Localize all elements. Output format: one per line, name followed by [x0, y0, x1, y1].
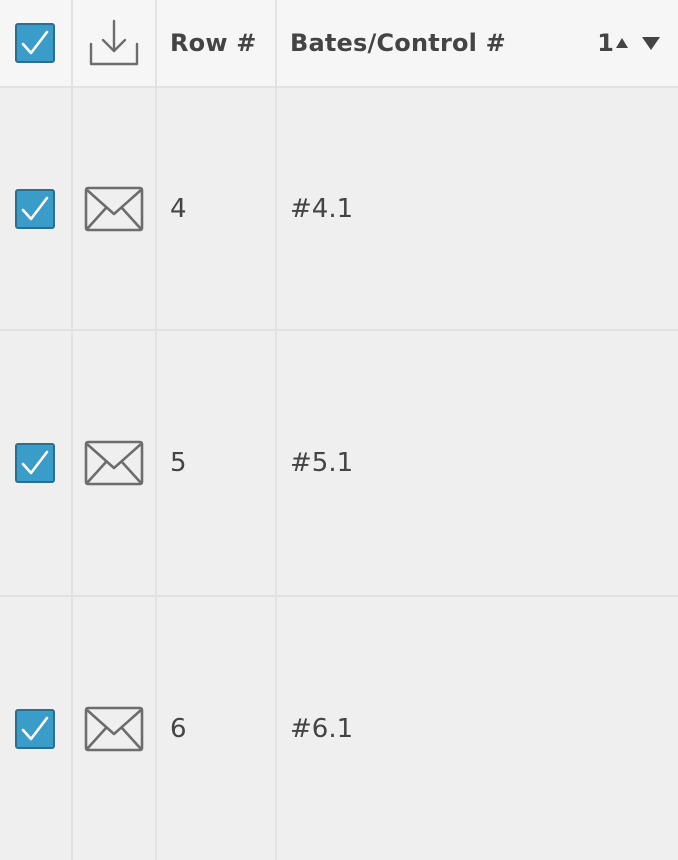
- bates-number: #6.1: [290, 713, 354, 744]
- sort-ascending-indicator[interactable]: 1: [597, 29, 629, 57]
- row-checkbox[interactable]: [14, 443, 55, 483]
- download-icon: [89, 19, 139, 66]
- table-row[interactable]: 4 #4.1: [0, 88, 678, 331]
- row-type-cell: [73, 597, 157, 860]
- envelope-icon[interactable]: [84, 186, 144, 232]
- download-button[interactable]: [88, 18, 140, 68]
- envelope-icon[interactable]: [84, 706, 144, 752]
- checkmark-icon: [21, 30, 48, 55]
- checkmark-icon: [21, 716, 48, 740]
- row-select-cell: [0, 88, 73, 329]
- checkmark-icon: [21, 196, 48, 220]
- table-row[interactable]: 5 #5.1: [0, 331, 678, 597]
- sort-order-number: 1: [597, 29, 614, 57]
- bates-number: #5.1: [290, 448, 354, 478]
- table-row[interactable]: 6 #6.1: [0, 597, 678, 860]
- select-all-checkbox[interactable]: [14, 23, 55, 63]
- row-type-cell: [73, 331, 157, 595]
- row-checkbox[interactable]: [14, 188, 55, 229]
- bates-cell: #4.1: [277, 88, 678, 329]
- row-type-cell: [73, 88, 157, 329]
- row-number: 5: [170, 448, 187, 478]
- bates-cell: #6.1: [277, 597, 678, 860]
- envelope-icon[interactable]: [84, 440, 144, 486]
- triangle-up-icon: [616, 38, 628, 48]
- row-number: 4: [170, 193, 187, 224]
- header-bates-cell[interactable]: Bates/Control # 1: [277, 0, 678, 86]
- checkmark-icon: [21, 450, 48, 475]
- grid-header-row: Row # Bates/Control # 1: [0, 0, 678, 88]
- header-row-number-cell[interactable]: Row #: [157, 0, 277, 86]
- row-number-cell: 4: [157, 88, 277, 329]
- column-header-bates: Bates/Control #: [290, 29, 506, 57]
- column-header-row-number: Row #: [170, 29, 257, 57]
- row-checkbox[interactable]: [14, 708, 55, 749]
- bates-cell: #5.1: [277, 331, 678, 595]
- sort-controls: 1: [597, 0, 661, 86]
- row-number-cell: 5: [157, 331, 277, 595]
- row-number-cell: 6: [157, 597, 277, 860]
- row-select-cell: [0, 597, 73, 860]
- header-select-cell: [0, 0, 73, 86]
- row-number: 6: [170, 713, 187, 744]
- document-grid: Row # Bates/Control # 1 4 #4.1 5 #5.1 6 …: [0, 0, 678, 860]
- triangle-down-icon[interactable]: [641, 35, 661, 51]
- header-download-cell: [73, 0, 157, 86]
- bates-number: #4.1: [290, 193, 354, 224]
- row-select-cell: [0, 331, 73, 595]
